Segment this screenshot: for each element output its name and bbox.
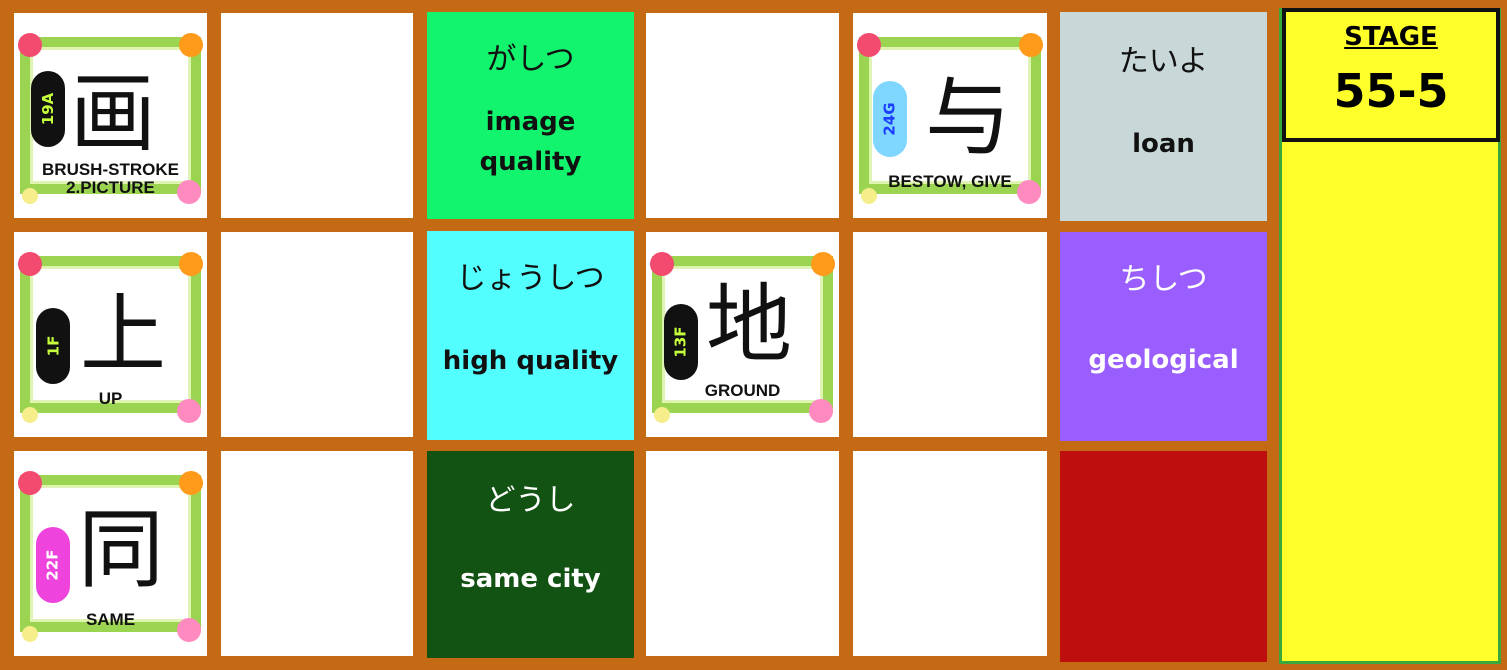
empty-slot[interactable] — [221, 13, 413, 218]
kanji-meaning: GROUND — [704, 381, 781, 400]
kanji-code-badge: 1F — [36, 308, 70, 384]
stage-value: 55-5 — [1333, 64, 1449, 118]
flower-icon — [650, 252, 674, 276]
word-tile-geological[interactable]: ちしつ geological — [1060, 232, 1267, 441]
flower-icon — [18, 252, 42, 276]
word-english: image quality — [479, 107, 582, 177]
flower-icon — [179, 471, 203, 495]
word-english: high quality — [442, 346, 619, 376]
kanji-meaning: BRUSH-STROKE — [42, 160, 179, 179]
word-kana: じょうしつ — [456, 261, 605, 296]
flower-icon — [179, 252, 203, 276]
word-english: loan — [1132, 129, 1195, 159]
empty-slot[interactable] — [853, 451, 1047, 656]
flower-icon — [18, 471, 42, 495]
red-tile[interactable] — [1060, 451, 1267, 662]
flower-icon — [654, 407, 670, 423]
kanji-card-same[interactable]: 22F 同 SAME — [14, 451, 207, 656]
word-tile-loan[interactable]: たいよ loan — [1060, 12, 1267, 221]
kanji-meaning: 2.PICTURE — [66, 178, 155, 197]
flower-icon — [857, 33, 881, 57]
kanji-code-badge: 13F — [664, 304, 698, 380]
kanji-meaning: BESTOW, GIVE — [888, 172, 1012, 191]
word-kana: たいよ — [1118, 44, 1209, 79]
word-tile-image-quality[interactable]: がしつ image quality — [427, 12, 634, 219]
kanji-card-up[interactable]: 1F 上 UP — [14, 232, 207, 437]
kanji-character: 与 — [925, 68, 1011, 168]
kanji-character: 画 — [70, 64, 156, 164]
kanji-meaning: SAME — [85, 610, 136, 629]
kanji-code-badge: 24G — [873, 81, 907, 157]
word-kana: がしつ — [486, 42, 575, 77]
word-english: same city — [460, 564, 601, 594]
empty-slot[interactable] — [646, 13, 839, 218]
empty-slot[interactable] — [221, 232, 413, 437]
flower-icon — [809, 399, 833, 423]
stage-indicator: STAGE 55-5 — [1282, 8, 1500, 142]
flower-icon — [179, 33, 203, 57]
kanji-code-badge: 22F — [36, 527, 70, 603]
flower-icon — [18, 33, 42, 57]
word-kana: どうし — [485, 483, 576, 518]
kanji-code-badge: 19A — [31, 71, 65, 147]
kanji-meaning: UP — [98, 389, 123, 408]
empty-slot[interactable] — [853, 232, 1047, 437]
word-tile-high-quality[interactable]: じょうしつ high quality — [427, 231, 634, 440]
kanji-card-ground[interactable]: 13F 地 GROUND — [646, 232, 839, 437]
word-english: geological — [1088, 345, 1239, 375]
word-kana: ちしつ — [1119, 262, 1208, 297]
kanji-character: 同 — [78, 500, 164, 600]
flower-icon — [1019, 33, 1043, 57]
stage-label: STAGE — [1344, 22, 1438, 52]
empty-slot[interactable] — [221, 451, 413, 656]
kanji-card-bestow[interactable]: 24G 与 BESTOW, GIVE — [853, 13, 1047, 218]
flower-icon — [811, 252, 835, 276]
kanji-character: 上 — [80, 285, 166, 385]
word-tile-same-city[interactable]: どうし same city — [427, 451, 634, 658]
flower-icon — [22, 407, 38, 423]
empty-slot[interactable] — [646, 451, 839, 656]
kanji-card-picture[interactable]: 19A 画 BRUSH-STROKE 2.PICTURE — [14, 13, 207, 218]
kanji-character: 地 — [706, 275, 792, 375]
